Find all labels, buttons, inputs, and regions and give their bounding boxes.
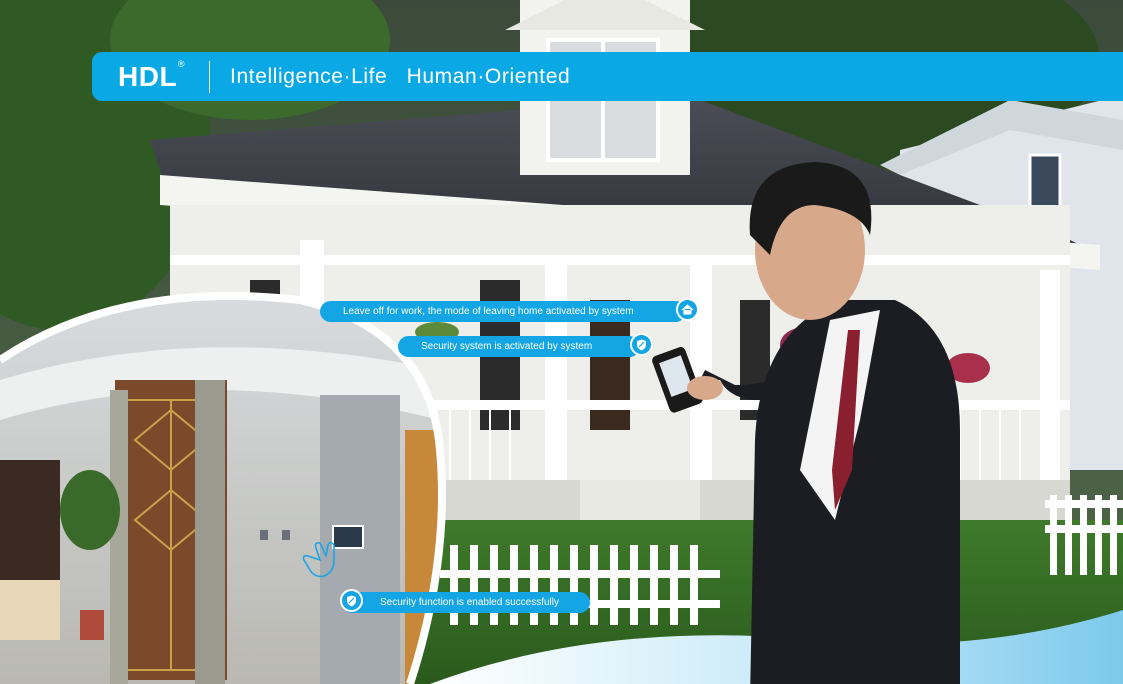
registered-mark: ® <box>177 58 186 69</box>
tagline: Intelligence·Life Human·Oriented <box>230 64 571 88</box>
header-banner: HDL ® Intelligence·Life Human·Oriented <box>92 52 1123 101</box>
shield-icon <box>630 333 653 356</box>
shield-icon <box>340 589 363 612</box>
brand-name: HDL <box>118 60 178 92</box>
notification-security-enabled: Security function is enabled successfull… <box>340 589 590 613</box>
notification-text: Security function is enabled successfull… <box>380 597 559 608</box>
interior-inset <box>0 292 446 684</box>
notification-leave-home: Leave off for work, the mode of leaving … <box>320 298 699 322</box>
notification-text: Leave off for work, the mode of leaving … <box>343 306 634 317</box>
notification-security-system: Security system is activated by system <box>398 333 653 357</box>
house-icon <box>676 298 699 321</box>
notification-text: Security system is activated by system <box>421 341 593 352</box>
hdl-logo: HDL ® <box>118 59 185 93</box>
header-divider <box>209 60 211 93</box>
